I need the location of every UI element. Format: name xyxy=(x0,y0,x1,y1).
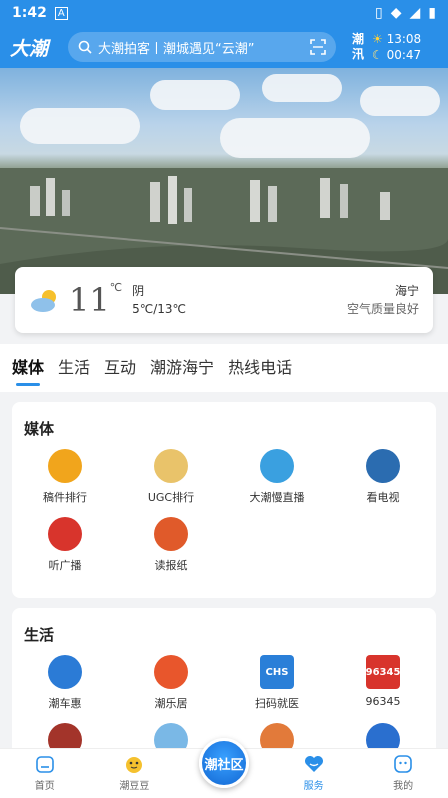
service-item-label: UGC排行 xyxy=(147,491,195,504)
service-item-label: 扫码就医 xyxy=(255,697,299,710)
media-section: 媒体 稿件排行 UGC排行 大潮慢直播 看电视听广播 读报纸 xyxy=(12,402,436,598)
newspaper-icon xyxy=(154,517,188,551)
search-icon xyxy=(78,40,92,54)
weather-condition: 阴 5℃/13℃ xyxy=(132,284,186,316)
service-item[interactable]: 潮车惠 xyxy=(12,653,118,721)
scan-icon[interactable] xyxy=(310,39,326,55)
status-icons: ▯ ◆ ◢ ▮ xyxy=(375,5,436,21)
service-item[interactable]: 听广播 xyxy=(12,515,118,583)
tide-time-2: 00:47 xyxy=(386,48,422,62)
status-indicator: A xyxy=(54,6,68,20)
service-item-label: 听广播 xyxy=(48,559,82,572)
partly-cloudy-icon xyxy=(31,290,56,312)
nav-home[interactable]: 首页 xyxy=(0,749,90,798)
service-item-label: 潮车惠 xyxy=(48,697,82,710)
profile-icon xyxy=(394,755,412,773)
service-item[interactable]: 稿件排行 xyxy=(12,447,118,515)
vibrate-icon: ▯ xyxy=(375,5,383,21)
service-item-label: 96345 xyxy=(365,695,401,708)
battery-icon: ▮ xyxy=(428,5,436,21)
service-item-label: 稿件排行 xyxy=(43,491,87,504)
wifi-icon: ◆ xyxy=(390,5,402,21)
community-button[interactable]: 潮社区 xyxy=(199,738,249,788)
tab-life[interactable]: 生活 xyxy=(58,344,90,392)
nav-profile[interactable]: 我的 xyxy=(358,749,448,798)
status-bar: 1:42 A ▯ ◆ ◢ ▮ xyxy=(0,0,448,26)
radio-96-icon xyxy=(48,517,82,551)
tide-time-1: 13:08 xyxy=(386,32,422,46)
section-title: 生活 xyxy=(24,626,55,644)
nav-chaodoudou[interactable]: 潮豆豆 xyxy=(90,749,180,798)
tab-hotline[interactable]: 热线电话 xyxy=(228,344,292,392)
house-icon xyxy=(154,655,188,689)
weather-location: 海宁 空气质量良好 xyxy=(346,284,419,316)
air-quality: 空气质量良好 xyxy=(346,302,419,316)
service-item[interactable]: 潮乐居 xyxy=(118,653,224,721)
tab-interaction[interactable]: 互动 xyxy=(104,344,136,392)
mascot-icon xyxy=(126,757,143,773)
service-item[interactable]: 读报纸 xyxy=(118,515,224,583)
section-title: 媒体 xyxy=(24,420,55,438)
city-banner-image[interactable] xyxy=(0,68,448,294)
moon-icon: ☾ xyxy=(372,48,383,62)
podium-icon xyxy=(154,449,188,483)
app-logo[interactable]: 大潮 xyxy=(10,34,68,61)
car-icon xyxy=(48,655,82,689)
life-section: 生活 潮车惠 潮乐居 CHS 扫码就医 96345 96345 xyxy=(12,608,436,758)
temperature: 11 xyxy=(69,281,110,319)
wave-icon xyxy=(260,449,294,483)
top-header: 大潮 大潮拍客丨潮城遇见“云潮” 潮 汛 ☀ 13:08 ☾ 00:47 xyxy=(0,26,448,68)
signal-icon: ◢ xyxy=(409,5,421,21)
search-bar[interactable]: 大潮拍客丨潮城遇见“云潮” xyxy=(68,32,336,62)
trophy-icon xyxy=(48,449,82,483)
service-item-label: 看电视 xyxy=(366,491,400,504)
service-item[interactable]: 大潮慢直播 xyxy=(224,447,330,515)
tab-tour-haining[interactable]: 潮游海宁 xyxy=(150,344,214,392)
nav-service[interactable]: 服务 xyxy=(269,749,359,798)
home-icon xyxy=(35,756,54,773)
tide-label: 潮 汛 xyxy=(351,32,364,61)
tab-media[interactable]: 媒体 xyxy=(12,344,44,392)
temperature-unit: ℃ xyxy=(109,281,123,294)
hotline-icon: 96345 xyxy=(366,655,400,689)
service-item-label: 读报纸 xyxy=(154,559,188,572)
service-item-label: 大潮慢直播 xyxy=(249,491,305,504)
chs-icon: CHS xyxy=(260,655,294,689)
service-item[interactable]: UGC排行 xyxy=(118,447,224,515)
service-item[interactable]: CHS 扫码就医 xyxy=(224,653,330,721)
service-item[interactable]: 96345 96345 xyxy=(330,653,436,721)
heart-icon xyxy=(304,756,323,772)
status-time: 1:42 xyxy=(12,5,47,21)
service-item-label: 潮乐居 xyxy=(154,697,188,710)
tide-widget[interactable]: 潮 汛 ☀ 13:08 ☾ 00:47 xyxy=(350,31,421,63)
category-tabs: 媒体 生活 互动 潮游海宁 热线电话 xyxy=(0,344,448,392)
service-item[interactable]: 看电视 xyxy=(330,447,436,515)
tide-times: ☀ 13:08 ☾ 00:47 xyxy=(372,31,421,63)
sun-icon: ☀ xyxy=(372,32,383,46)
search-text: 大潮拍客丨潮城遇见“云潮” xyxy=(98,41,255,57)
tv-logo-icon xyxy=(366,449,400,483)
weather-card[interactable]: 11 ℃ 阴 5℃/13℃ 海宁 空气质量良好 xyxy=(15,267,433,333)
